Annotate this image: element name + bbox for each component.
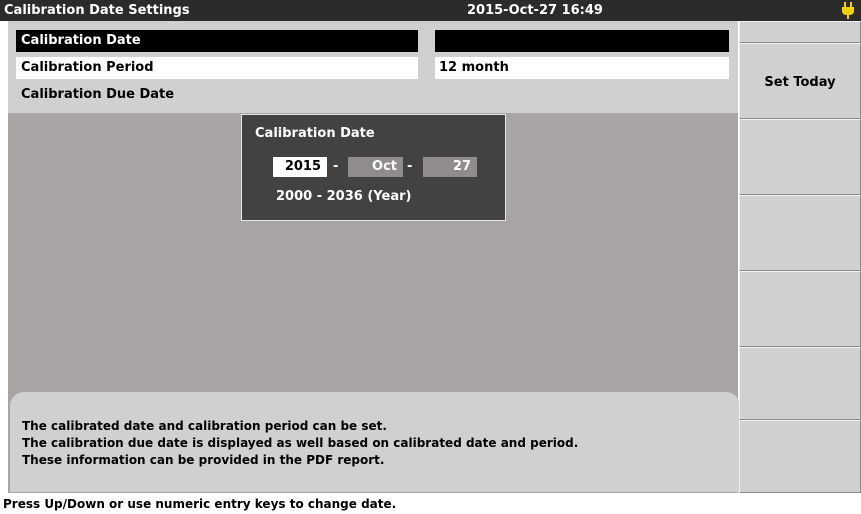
softkey-5[interactable] [739,347,861,420]
month-field[interactable]: Oct [348,157,403,177]
softkey-header [739,21,861,43]
date-separator: - [407,159,413,174]
dialog-title: Calibration Date [255,126,375,141]
info-line: These information can be provided in the… [22,453,385,467]
day-field[interactable]: 27 [423,157,477,177]
status-hint: Press Up/Down or use numeric entry keys … [3,497,397,511]
info-line: The calibrated date and calibration peri… [22,419,387,433]
power-plug-icon [842,2,854,19]
year-range-hint: 2000 - 2036 (Year) [276,189,412,204]
year-field[interactable]: 2015 [273,157,327,177]
info-panel: The calibrated date and calibration peri… [10,392,740,492]
softkey-3[interactable] [739,195,861,271]
set-today-label: Set Today [764,75,836,90]
screen-title: Calibration Date Settings [4,3,190,18]
calibration-date-dialog: Calibration Date 2015 - Oct - 27 2000 - … [241,114,506,221]
date-separator: - [333,159,339,174]
set-today-button[interactable]: Set Today [739,43,861,119]
calibration-date-value[interactable] [435,30,729,52]
info-line: The calibration due date is displayed as… [22,436,579,450]
calibration-period-row[interactable]: Calibration Period [16,57,418,79]
title-bar: Calibration Date Settings 2015-Oct-27 16… [0,0,861,21]
softkey-4[interactable] [739,271,861,347]
calibration-due-date-label: Calibration Due Date [21,87,175,102]
clock-display: 2015-Oct-27 16:49 [467,3,603,18]
calibration-date-row[interactable]: Calibration Date [16,30,418,52]
softkey-2[interactable] [739,119,861,195]
softkey-6[interactable] [739,420,861,493]
settings-panel: Calibration Date Calibration Period 12 m… [8,21,738,113]
calibration-period-value[interactable]: 12 month [435,57,729,79]
